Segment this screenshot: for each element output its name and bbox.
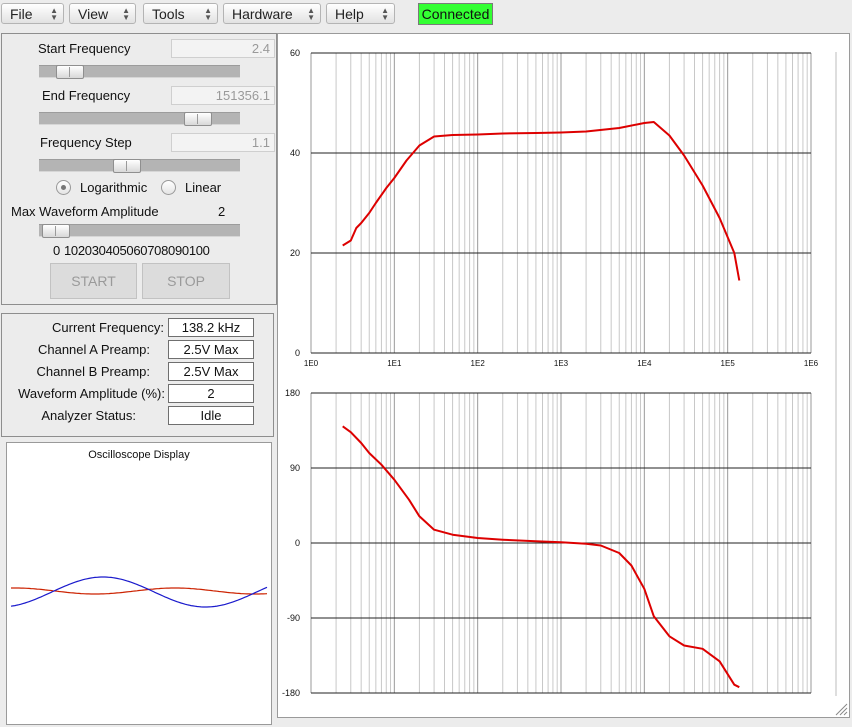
- max-amplitude-value: 2: [218, 204, 226, 219]
- waveform-amplitude-value: 2: [168, 384, 254, 403]
- start-frequency-field[interactable]: 2.4: [171, 39, 275, 58]
- logarithmic-radio[interactable]: [56, 180, 71, 195]
- max-amplitude-label: Max Waveform Amplitude: [11, 204, 159, 219]
- end-frequency-slider-thumb[interactable]: [184, 112, 213, 126]
- menu-view-label: View: [78, 6, 109, 22]
- start-frequency-slider[interactable]: [39, 65, 240, 79]
- frequency-step-label: Frequency Step: [40, 135, 132, 150]
- current-frequency-value: 138.2 kHz: [168, 318, 254, 337]
- analyzer-status-row: Analyzer Status:: [2, 406, 136, 426]
- menu-help[interactable]: Help ▲ ▼: [326, 3, 395, 24]
- updown-arrows-icon: ▲ ▼: [50, 6, 58, 22]
- start-frequency-slider-thumb[interactable]: [56, 65, 85, 79]
- magnitude-xtick-label: 1E4: [637, 359, 652, 368]
- bode-plot-panel: 0 20 40 60 1E0 1E1 1E2 1E3 1E4 1E5 1E6 -180 -90 0 90 1…: [277, 33, 850, 718]
- magnitude-xtick-label: 1E2: [471, 359, 486, 368]
- frequency-step-field[interactable]: 1.1: [171, 133, 275, 152]
- amplitude-tick-0: 0: [53, 243, 60, 258]
- updown-arrows-icon: ▲ ▼: [381, 6, 389, 22]
- connection-status-badge: Connected: [418, 3, 493, 25]
- menu-tools-label: Tools: [152, 6, 185, 22]
- phase-ytick-label: 90: [290, 463, 300, 473]
- phase-plot: -180 -90 0 90 180: [282, 388, 812, 698]
- bode-plot-canvas: 0 20 40 60 1E0 1E1 1E2 1E3 1E4 1E5 1E6 -180 -90 0 90 1…: [282, 48, 848, 716]
- start-button[interactable]: START: [50, 263, 137, 299]
- resize-grip-icon[interactable]: [835, 703, 848, 716]
- magnitude-plot: 0 20 40 60 1E0 1E1 1E2 1E3 1E4 1E5 1E6: [290, 48, 819, 368]
- phase-ytick-label: 0: [295, 538, 300, 548]
- menu-tools[interactable]: Tools ▲ ▼: [143, 3, 218, 24]
- menu-help-label: Help: [335, 6, 364, 22]
- magnitude-ytick-label: 60: [290, 48, 300, 58]
- analyzer-status-value: Idle: [168, 406, 254, 425]
- logarithmic-label: Logarithmic: [80, 180, 148, 195]
- magnitude-xtick-label: 1E3: [554, 359, 569, 368]
- frequency-step-slider-thumb[interactable]: [112, 159, 141, 173]
- channel-a-preamp-row: Channel A Preamp:: [2, 340, 150, 360]
- waveform-amplitude-row: Waveform Amplitude (%):: [2, 384, 165, 404]
- phase-ytick-label: -90: [287, 613, 300, 623]
- amplitude-tick-50: 50: [119, 243, 134, 258]
- oscilloscope-canvas: [10, 576, 268, 608]
- channel-b-preamp-label: Channel B Preamp:: [36, 364, 150, 379]
- end-frequency-label: End Frequency: [42, 88, 131, 103]
- phase-ytick-label: 180: [285, 388, 300, 398]
- menu-file[interactable]: File ▲ ▼: [1, 3, 64, 24]
- menu-view[interactable]: View ▲ ▼: [69, 3, 136, 24]
- amplitude-tick-10: 10: [63, 243, 78, 258]
- magnitude-xtick-label: 1E0: [304, 359, 319, 368]
- end-frequency-slider[interactable]: [39, 112, 240, 126]
- max-amplitude-slider-thumb[interactable]: [42, 224, 71, 238]
- channel-a-preamp-label: Channel A Preamp:: [37, 342, 150, 357]
- channel-a-preamp-value: 2.5V Max: [168, 340, 254, 359]
- magnitude-ytick-label: 20: [290, 248, 300, 258]
- phase-ytick-label: -180: [282, 688, 300, 698]
- linear-label: Linear: [185, 180, 222, 195]
- magnitude-xtick-label: 1E5: [721, 359, 736, 368]
- analyzer-status-label: Analyzer Status:: [41, 408, 136, 423]
- start-frequency-label: Start Frequency: [38, 41, 131, 56]
- channel-b-preamp-row: Channel B Preamp:: [2, 362, 150, 382]
- amplitude-tick-labels: 0 102030405060708090100: [53, 243, 210, 258]
- magnitude-ytick-label: 0: [295, 348, 300, 358]
- amplitude-tick-100: 100: [188, 243, 210, 258]
- updown-arrows-icon: ▲ ▼: [307, 6, 315, 22]
- stop-button[interactable]: STOP: [142, 263, 230, 299]
- end-frequency-field[interactable]: 151356.1: [171, 86, 275, 105]
- max-amplitude-slider[interactable]: [39, 224, 240, 238]
- magnitude-ytick-label: 40: [290, 148, 300, 158]
- magnitude-xtick-label: 1E6: [804, 359, 819, 368]
- amplitude-tick-60: 60: [133, 243, 148, 258]
- waveform-amplitude-label: Waveform Amplitude (%):: [18, 386, 165, 401]
- linear-radio[interactable]: [161, 180, 176, 195]
- updown-arrows-icon: ▲ ▼: [122, 6, 130, 22]
- amplitude-tick-20: 20: [77, 243, 92, 258]
- menu-hardware[interactable]: Hardware ▲ ▼: [223, 3, 321, 24]
- phase-series-line: [342, 425, 740, 689]
- sweep-control-panel: Start Frequency 2.4 End Frequency 151356…: [1, 33, 277, 305]
- analyzer-info-panel: Current Frequency: 138.2 kHz Channel A P…: [1, 313, 274, 437]
- magnitude-series-line: [342, 121, 741, 281]
- channel-b-preamp-value: 2.5V Max: [168, 362, 254, 381]
- amplitude-tick-40: 40: [105, 243, 120, 258]
- frequency-step-slider[interactable]: [39, 159, 240, 173]
- current-frequency-row: Current Frequency:: [2, 318, 164, 338]
- amplitude-tick-90: 90: [174, 243, 189, 258]
- menu-hardware-label: Hardware: [232, 6, 293, 22]
- current-frequency-label: Current Frequency:: [52, 320, 164, 335]
- amplitude-tick-80: 80: [161, 243, 175, 258]
- updown-arrows-icon: ▲ ▼: [204, 6, 212, 22]
- magnitude-xtick-label: 1E1: [387, 359, 402, 368]
- amplitude-tick-70: 70: [147, 243, 162, 258]
- oscilloscope-panel: Oscilloscope Display: [6, 442, 272, 725]
- amplitude-tick-30: 30: [91, 243, 106, 258]
- menu-file-label: File: [10, 6, 33, 22]
